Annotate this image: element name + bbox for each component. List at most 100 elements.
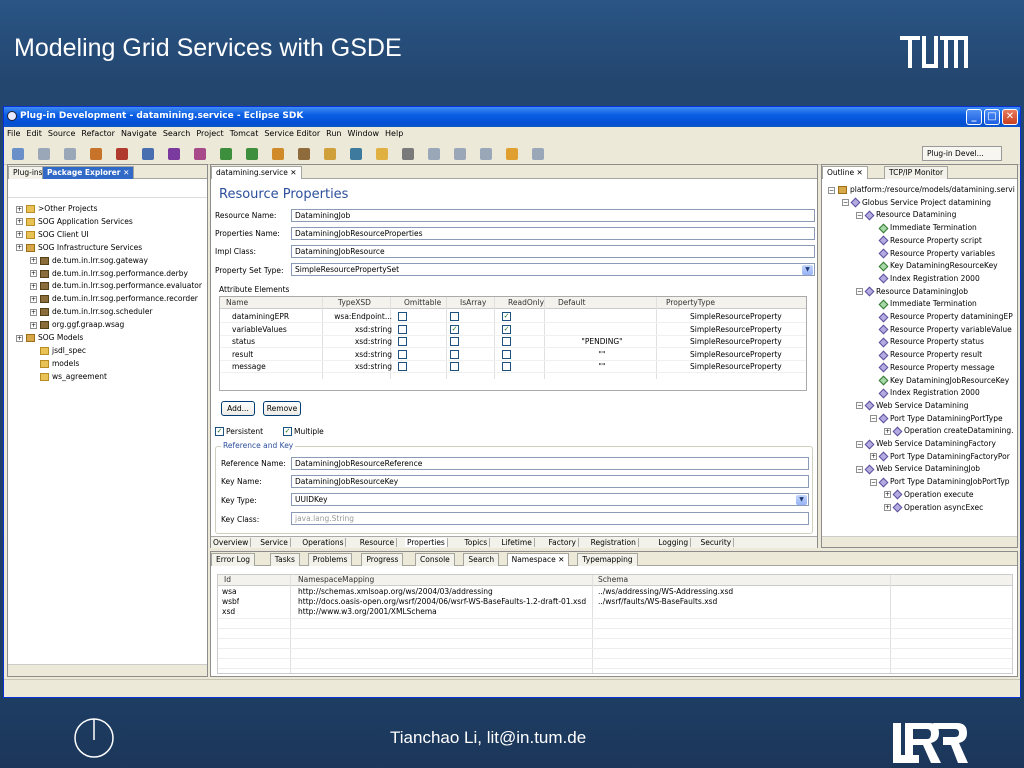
menu-item-edit[interactable]: Edit xyxy=(23,127,45,140)
tab-datamining-service[interactable]: datamining.service ✕ xyxy=(211,166,302,179)
expand-icon[interactable]: + xyxy=(16,205,23,213)
expand-icon[interactable]: + xyxy=(16,231,23,239)
editor-page-tab-registration[interactable]: Registration xyxy=(589,538,639,547)
toolbar-icon[interactable] xyxy=(64,148,76,160)
attribute-column-header[interactable]: Name xyxy=(226,298,248,307)
key-type-select[interactable]: UUIDKey ▼ xyxy=(291,493,809,506)
editor-page-tab-logging[interactable]: Logging xyxy=(656,538,692,547)
menu-item-help[interactable]: Help xyxy=(382,127,406,140)
omittable-checkbox[interactable] xyxy=(398,337,407,347)
outline-tree-item[interactable]: + Operation asyncExec xyxy=(884,502,983,514)
readonly-checkbox[interactable] xyxy=(502,349,511,359)
tab-console[interactable]: Console xyxy=(415,553,455,566)
expand-icon[interactable]: − xyxy=(856,211,863,219)
namespace-column-header[interactable]: Schema xyxy=(598,575,628,584)
toolbar-icon[interactable] xyxy=(402,148,414,160)
namespace-row[interactable]: wsbf http://docs.oasis-open.org/wsrf/2004… xyxy=(218,597,1012,607)
toolbar-icon[interactable] xyxy=(272,148,284,160)
key-name-input[interactable]: DataminingJobResourceKey xyxy=(291,475,809,488)
expand-icon[interactable]: + xyxy=(16,218,23,226)
toolbar-icon[interactable] xyxy=(532,148,544,160)
outline-tree-item[interactable]: Resource Property dataminingEP xyxy=(870,311,1013,323)
outline-tree-item[interactable]: − platform:/resource/models/datamining.se… xyxy=(828,184,1015,196)
multiple-checkbox[interactable]: ✓ xyxy=(283,427,292,436)
readonly-checkbox[interactable] xyxy=(502,362,511,372)
property-set-type-select[interactable]: SimpleResourcePropertySet ▼ xyxy=(291,263,815,276)
outline-tree-item[interactable]: Index Registration 2000 xyxy=(870,273,980,285)
toolbar-icon[interactable] xyxy=(480,148,492,160)
expand-icon[interactable]: − xyxy=(828,186,835,194)
outline-tree-item[interactable]: − Resource DataminingJob xyxy=(856,286,968,298)
close-icon[interactable]: ✕ xyxy=(1002,109,1018,125)
tab-problems[interactable]: Problems xyxy=(307,553,353,566)
attribute-column-header[interactable]: TypeXSD xyxy=(338,298,371,307)
attribute-table-row[interactable]: variableValues xsd:string ✓ ✓ SimpleResource… xyxy=(220,324,806,336)
attribute-column-header[interactable]: PropertyType xyxy=(666,298,715,307)
toolbar-icon[interactable] xyxy=(90,148,102,160)
omittable-checkbox[interactable] xyxy=(398,349,407,359)
persistent-checkbox[interactable]: ✓ xyxy=(215,427,224,436)
key-class-input[interactable]: java.lang.String xyxy=(291,512,809,525)
package-tree-item[interactable]: + SOG Models xyxy=(16,332,83,344)
expand-icon[interactable]: − xyxy=(870,478,877,486)
editor-page-tab-overview[interactable]: Overview xyxy=(211,538,252,547)
tab-tasks[interactable]: Tasks xyxy=(269,553,300,566)
isarray-checkbox[interactable] xyxy=(450,362,459,372)
remove-button[interactable]: Remove xyxy=(263,401,301,416)
omittable-checkbox[interactable] xyxy=(398,362,407,372)
outline-tree-item[interactable]: Key DataminingResourceKey xyxy=(870,260,998,272)
outline-tree-item[interactable]: − Web Service DataminingFactory xyxy=(856,438,996,450)
attribute-column-header[interactable]: Omittable xyxy=(404,298,441,307)
expand-icon[interactable]: − xyxy=(856,288,863,296)
expand-icon[interactable]: + xyxy=(16,334,23,342)
outline-tree-item[interactable]: Index Registration 2000 xyxy=(870,387,980,399)
properties-name-input[interactable]: DataminingJobResourceProperties xyxy=(291,227,815,240)
tab-progress[interactable]: Progress xyxy=(361,553,404,566)
menu-item-project[interactable]: Project xyxy=(193,127,226,140)
attribute-table-row[interactable]: dataminingEPR wsa:Endpoint... ✓ SimpleResou… xyxy=(220,311,806,323)
expand-icon[interactable]: + xyxy=(30,321,37,329)
editor-page-tab-security[interactable]: Security xyxy=(698,538,735,547)
toolbar-icon[interactable] xyxy=(142,148,154,160)
expand-icon[interactable]: + xyxy=(884,504,891,511)
readonly-checkbox[interactable]: ✓ xyxy=(502,324,511,334)
tab-package-explorer[interactable]: Package Explorer ✕ xyxy=(42,166,135,179)
outline-tree-item[interactable]: − Web Service DataminingJob xyxy=(856,463,980,475)
package-tree-item[interactable]: + org.ggf.graap.wsag xyxy=(30,319,124,331)
add-button[interactable]: Add... xyxy=(221,401,255,416)
package-tree-item[interactable]: + >Other Projects xyxy=(16,203,98,215)
outline-tree-item[interactable]: − Web Service Datamining xyxy=(856,400,969,412)
editor-page-tab-resource[interactable]: Resource xyxy=(358,538,398,547)
outline-tree-item[interactable]: Resource Property variableValue xyxy=(870,324,1012,336)
toolbar-icon[interactable] xyxy=(38,148,50,160)
outline-tree-item[interactable]: + Operation execute xyxy=(884,489,973,501)
expand-icon[interactable]: + xyxy=(30,282,37,290)
toolbar-icon[interactable] xyxy=(506,148,518,160)
namespace-row[interactable]: wsa http://schemas.xmlsoap.org/ws/2004/03… xyxy=(218,587,1012,597)
maximize-icon[interactable]: □ xyxy=(984,109,1000,125)
namespace-column-header[interactable]: NamespaceMapping xyxy=(298,575,374,584)
toolbar-icon[interactable] xyxy=(428,148,440,160)
resource-name-input[interactable]: DataminingJob xyxy=(291,209,815,222)
isarray-checkbox[interactable] xyxy=(450,349,459,359)
expand-icon[interactable]: + xyxy=(16,244,23,252)
expand-icon[interactable]: + xyxy=(30,270,37,277)
toolbar-icon[interactable] xyxy=(298,148,310,160)
toolbar-icon[interactable] xyxy=(12,148,24,160)
package-tree-item[interactable]: + de.tum.in.lrr.sog.performance.recorder xyxy=(30,293,198,305)
isarray-checkbox[interactable]: ✓ xyxy=(450,324,459,334)
outline-scrollbar[interactable] xyxy=(822,536,1017,547)
tab-tcpip-monitor[interactable]: TCP/IP Monitor xyxy=(884,166,949,179)
outline-tree-item[interactable]: Immediate Termination xyxy=(870,222,977,234)
attribute-table-row[interactable]: result xsd:string "" SimpleResourceProperty xyxy=(220,349,806,361)
readonly-checkbox[interactable]: ✓ xyxy=(502,312,511,321)
outline-tree-item[interactable]: Resource Property variables xyxy=(870,248,995,260)
outline-tree-item[interactable]: + Operation createDatamining. xyxy=(884,425,1014,437)
toolbar-icon[interactable] xyxy=(194,148,206,160)
window-titlebar[interactable]: Plug-in Development - datamining.service… xyxy=(4,107,1020,127)
editor-page-tab-operations[interactable]: Operations xyxy=(300,538,347,547)
expand-icon[interactable]: + xyxy=(870,453,877,461)
omittable-checkbox[interactable] xyxy=(398,324,407,334)
package-tree-item[interactable]: + de.tum.in.lrr.sog.performance.derby xyxy=(30,268,188,280)
package-tree-item[interactable]: + SOG Infrastructure Services xyxy=(16,242,142,254)
